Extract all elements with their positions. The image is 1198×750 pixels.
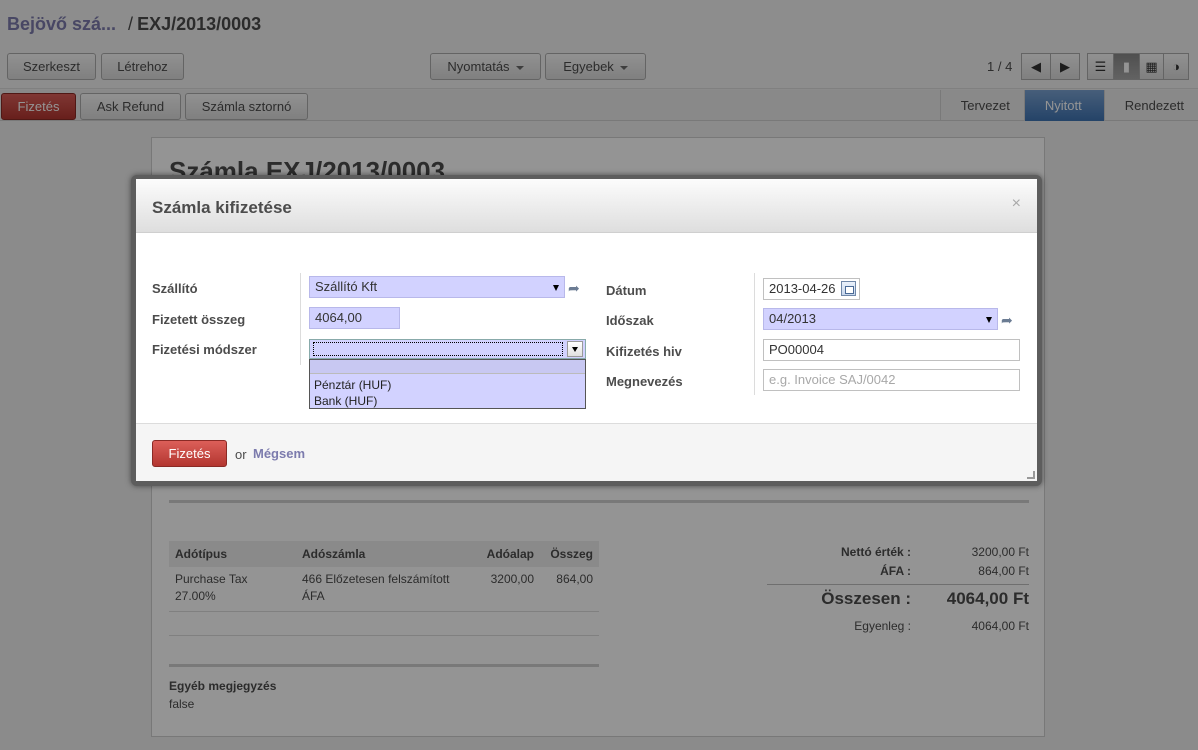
dialog-header: Számla kifizetése × <box>136 179 1037 233</box>
supplier-value: Szállító Kft <box>315 279 378 294</box>
supplier-select[interactable]: Szállító Kft <box>309 276 565 298</box>
period-label: Időszak <box>606 313 654 328</box>
dropdown-arrow-icon <box>553 285 559 291</box>
footer-or-text: or <box>235 447 247 462</box>
payment-dialog-content: Számla kifizetése × Szállító Fizetett ös… <box>136 179 1037 481</box>
calendar-icon[interactable] <box>841 281 856 296</box>
payment-method-select[interactable] <box>309 339 586 359</box>
description-label: Megnevezés <box>606 374 683 389</box>
period-select[interactable]: 04/2013 <box>763 308 998 330</box>
payment-method-label: Fizetési módszer <box>152 342 257 357</box>
payment-method-value <box>313 342 563 356</box>
dropdown-option-blank[interactable] <box>310 360 585 374</box>
external-link-icon[interactable]: ➦ <box>1001 312 1019 328</box>
payment-reference-input[interactable]: PO00004 <box>763 339 1020 361</box>
dialog-body: Szállító Fizetett összeg Fizetési módsze… <box>136 233 1037 423</box>
column-separator <box>754 273 755 395</box>
dropdown-option-cash[interactable]: Pénztár (HUF) <box>314 377 391 393</box>
supplier-label: Szállító <box>152 281 198 296</box>
description-input[interactable]: e.g. Invoice SAJ/0042 <box>763 369 1020 391</box>
resize-handle-icon[interactable] <box>1027 471 1035 479</box>
reference-label: Kifizetés hiv <box>606 344 682 359</box>
period-value: 04/2013 <box>769 311 816 326</box>
dropdown-option-bank[interactable]: Bank (HUF) <box>314 393 377 409</box>
payment-method-dropdown: Pénztár (HUF) Bank (HUF) <box>309 359 586 409</box>
cancel-link[interactable]: Mégsem <box>253 446 305 461</box>
paid-amount-input[interactable]: 4064,00 <box>309 307 400 329</box>
dialog-footer: Fizetés or Mégsem <box>136 423 1037 481</box>
dialog-title: Számla kifizetése <box>152 198 292 217</box>
external-link-icon[interactable]: ➦ <box>568 280 586 296</box>
date-label: Dátum <box>606 283 647 298</box>
date-value: 2013-04-26 <box>769 281 836 296</box>
close-icon[interactable]: × <box>1012 195 1021 213</box>
confirm-pay-button[interactable]: Fizetés <box>152 440 227 467</box>
dropdown-arrow-icon <box>986 317 992 323</box>
amount-label: Fizetett összeg <box>152 312 246 327</box>
payment-dialog: Számla kifizetése × Szállító Fizetett ös… <box>131 175 1042 486</box>
dropdown-arrow-icon[interactable] <box>567 341 583 357</box>
column-separator <box>300 273 301 365</box>
date-input[interactable]: 2013-04-26 <box>763 278 860 300</box>
